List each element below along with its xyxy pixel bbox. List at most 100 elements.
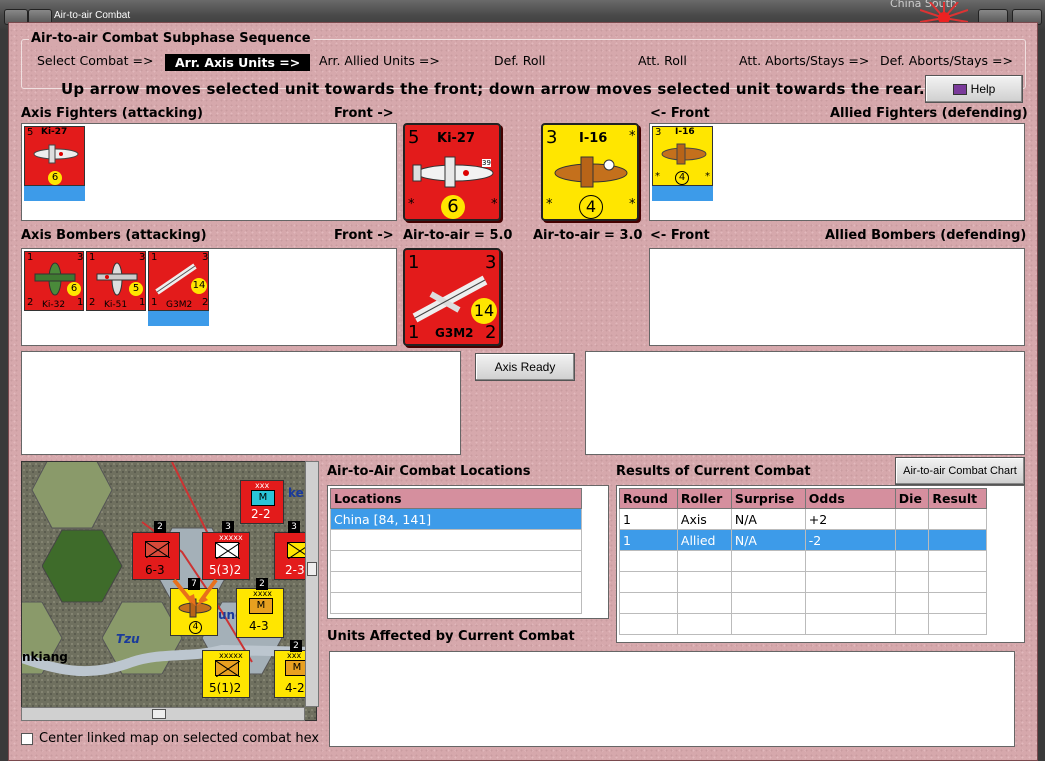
map-counter-hq[interactable]: xxx M 2-2	[240, 480, 284, 524]
counter-range-circle: 14	[471, 298, 497, 324]
counter-star: *	[491, 197, 498, 212]
chit-defense: 3	[139, 252, 146, 263]
counter-range-circle: 6	[441, 195, 465, 219]
axis-bombers-panel[interactable]: 1 3 6 2 Ki-32 1 1 3 5 2 Ki-51 1 1 3 14 1…	[21, 248, 397, 346]
allied-fighters-panel[interactable]: 3 I-16 4 * *	[649, 123, 1025, 221]
i16-chit[interactable]: 3 I-16 4 * *	[652, 126, 713, 186]
window-title: Air-to-air Combat	[54, 10, 131, 21]
plane-icon	[661, 143, 707, 165]
counter-attack: 1	[408, 252, 420, 273]
counter-name: G3M2	[435, 326, 474, 340]
ki27-chit[interactable]: 5 Ki-27 6	[24, 126, 85, 186]
g3m2-chit[interactable]: 1 3 14 1 G3M2 2	[148, 251, 209, 311]
cell-surprise: N/A	[730, 529, 806, 551]
axis-fighters-front: Front ->	[334, 106, 394, 121]
i16-counter-large: 3 I-16 * 4 * *	[541, 123, 639, 221]
chit-bl: 2	[89, 297, 96, 308]
map-horizontal-scrollbar[interactable]	[21, 707, 305, 721]
allied-fighters-label: Allied Fighters (defending)	[830, 106, 1028, 121]
locations-title: Air-to-Air Combat Locations	[327, 464, 531, 479]
motorized-icon: M	[251, 490, 275, 506]
ki32-chit[interactable]: 1 3 6 2 Ki-32 1	[24, 251, 84, 311]
col-result: Result	[928, 488, 987, 509]
result-row[interactable]: 1 Allied N/A -2	[619, 529, 987, 551]
counter-range-circle: 4	[579, 195, 603, 219]
infantry-icon	[145, 541, 171, 559]
map-counter-infantry-4[interactable]: xxxxx 5(1)2	[202, 650, 250, 698]
axis-air-to-air-value: Air-to-air = 5.0	[403, 228, 513, 243]
counter-attack: 5	[408, 127, 420, 148]
instruction-text: Up arrow moves selected unit towards the…	[61, 80, 925, 98]
stack-count: 2	[154, 521, 166, 533]
location-row	[330, 571, 582, 593]
map-counter-armor[interactable]: xxxx M 4-3	[236, 588, 284, 638]
location-row[interactable]: China [84, 141]	[330, 508, 582, 530]
counter-star: *	[629, 197, 636, 212]
combat-chart-button[interactable]: Air-to-air Combat Chart	[895, 457, 1025, 485]
chit-attack: 5	[27, 127, 34, 138]
axis-message-panel	[21, 351, 461, 455]
i16-plane-icon	[554, 156, 628, 188]
counter-br: 2	[485, 322, 497, 343]
axis-bombers-front: Front ->	[334, 228, 394, 243]
results-title: Results of Current Combat	[616, 464, 811, 479]
counter-star: *	[408, 197, 415, 212]
allied-bombers-panel[interactable]	[649, 248, 1025, 346]
allied-bombers-label: Allied Bombers (defending)	[825, 228, 1027, 243]
chit-name: Ki-27	[41, 127, 68, 137]
ki51-chit[interactable]: 1 3 5 2 Ki-51 1	[86, 251, 146, 311]
unit-strength: 2-3	[285, 563, 305, 577]
chit-range-circle: 5	[129, 282, 143, 296]
step-arr-axis-units: Arr. Axis Units =>	[165, 54, 311, 71]
unit-size: xxxxx	[219, 651, 243, 660]
map-vertical-scrollbar[interactable]	[305, 461, 319, 707]
unit-strength: 4-2	[285, 681, 305, 695]
location-row	[330, 529, 582, 551]
chit-name: I-16	[675, 127, 695, 137]
unit-strength: 5(1)2	[209, 681, 242, 695]
unit-size: xxx	[255, 481, 270, 490]
counter-defense: 3	[485, 252, 497, 273]
units-affected-title: Units Affected by Current Combat	[327, 629, 575, 644]
cell-die	[894, 529, 930, 551]
col-surprise: Surprise	[730, 488, 806, 509]
center-map-label: Center linked map on selected combat hex	[39, 731, 320, 746]
chit-star: *	[655, 171, 660, 182]
chit-star: *	[705, 171, 710, 182]
axis-fighters-panel[interactable]: 5 Ki-27 6	[21, 123, 397, 221]
result-row	[619, 592, 987, 614]
ki27-plane-icon	[412, 156, 494, 188]
counter-star: *	[546, 197, 553, 212]
map-counter-infantry-1[interactable]: 6-3	[132, 532, 180, 580]
help-button[interactable]: Help	[925, 75, 1023, 103]
chit-br: 1	[139, 297, 146, 308]
col-odds: Odds	[804, 488, 896, 509]
chit-name: G3M2	[166, 300, 193, 310]
unit-size: xxxxx	[219, 533, 243, 542]
unit-strength: 4-3	[249, 619, 269, 633]
cell-odds: -2	[804, 529, 896, 551]
locations-header: Locations	[330, 488, 582, 509]
location-row	[330, 550, 582, 572]
chit-defense: 3	[202, 252, 209, 263]
result-row[interactable]: 1 Axis N/A +2	[619, 508, 987, 530]
allied-bombers-front: <- Front	[650, 228, 710, 243]
combat-arrows-icon	[172, 578, 218, 606]
chit-range-circle: 14	[191, 278, 207, 294]
unit-range-circle: 4	[189, 621, 202, 634]
stack-count: 3	[288, 521, 300, 533]
linked-map[interactable]: Tzu nkiang ung ke xxx M 2-2 6-3 2 xxxxx …	[21, 461, 317, 721]
location-row	[330, 592, 582, 614]
step-arr-allied-units: Arr. Allied Units =>	[319, 53, 440, 68]
help-label: Help	[970, 82, 996, 96]
cell-round: 1	[619, 508, 678, 530]
axis-ready-button[interactable]: Axis Ready	[475, 353, 575, 381]
g3m2-counter-large: 1 3 14 1 G3M2 2	[403, 248, 501, 346]
stack-count: 3	[222, 521, 234, 533]
ki27-counter-large: 5 Ki-27 39 6 * *	[403, 123, 501, 221]
map-counter-infantry-2[interactable]: xxxxx 5(3)2	[202, 532, 250, 580]
unit-strength: 6-3	[145, 563, 165, 577]
center-map-checkbox[interactable]	[21, 733, 33, 745]
unit-strength: 2-2	[251, 507, 271, 521]
chit-attack: 3	[655, 127, 662, 138]
